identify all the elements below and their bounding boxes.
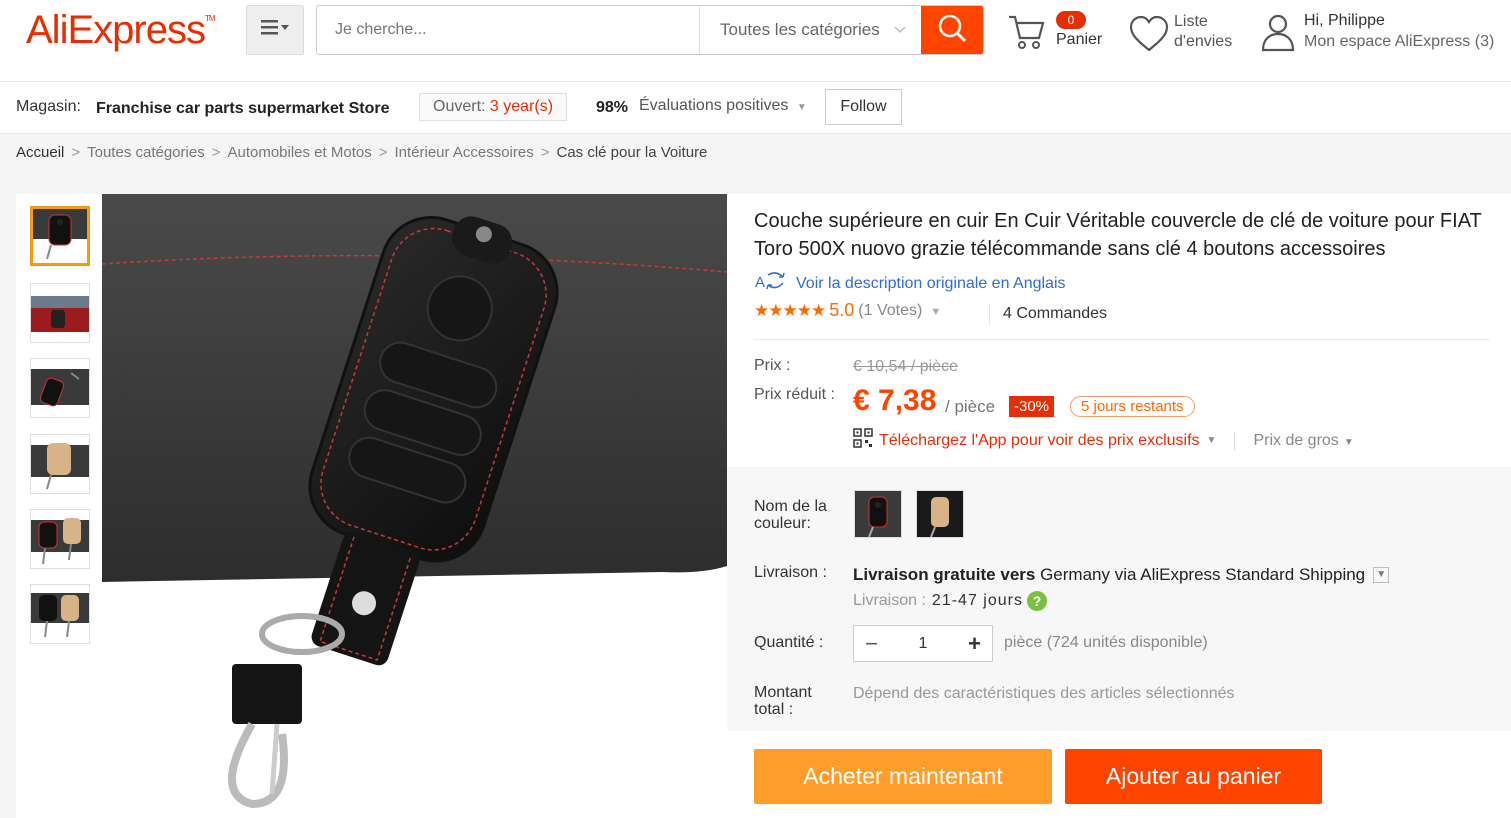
quantity-availability: pièce (724 unités disponible) (1004, 634, 1208, 651)
caret-down-icon[interactable]: ▼ (1207, 435, 1217, 446)
svg-text:A: A (755, 274, 765, 291)
translate-icon: A (754, 271, 788, 296)
buy-now-button[interactable]: Acheter maintenant (754, 749, 1052, 804)
account-link[interactable]: Hi, Philippe Mon espace AliExpress (3) (1258, 8, 1508, 58)
caret-down-icon: ▼ (1343, 436, 1354, 448)
old-price: € 10,54 / pièce (853, 358, 958, 375)
total-value: Dépend des caractéristiques des articles… (853, 685, 1235, 702)
add-to-cart-button[interactable]: Ajouter au panier (1065, 749, 1322, 804)
orders-count: 4 Commandes (989, 304, 1107, 326)
product-area: Couche supérieure en cuir En Cuir Vérita… (0, 174, 1511, 818)
quantity-input[interactable]: 1 (889, 635, 957, 653)
quantity-stepper: − 1 + (853, 625, 993, 662)
star-icon: ★ (754, 300, 769, 320)
account-label: Hi, Philippe Mon espace AliExpress (3) (1304, 12, 1495, 50)
days-left-badge: 5 jours restants (1070, 396, 1195, 417)
store-label: Magasin: (16, 98, 81, 115)
category-select-value: Toutes les catégories (720, 20, 880, 39)
divider (754, 339, 1490, 340)
thumbnail-2[interactable] (30, 283, 90, 343)
total-label: Montant total : (754, 684, 812, 718)
category-select[interactable]: Toutes les catégories (699, 6, 921, 54)
wholesale-price-link[interactable]: Prix de gros ▼ (1253, 432, 1353, 450)
color-option-black[interactable] (854, 490, 902, 538)
star-icon: ★ (768, 300, 783, 320)
cart-count-badge: 0 (1056, 11, 1086, 29)
thumbnail-5[interactable] (30, 509, 90, 569)
color-option-beige[interactable] (916, 490, 964, 538)
shipping-method[interactable]: Livraison gratuite vers Germany via AliE… (853, 565, 1390, 585)
chevron-down-icon (894, 23, 906, 37)
category-menu-button[interactable] (246, 5, 304, 55)
top-header: AliExpressTM Toutes les catégories 0 Pan… (0, 0, 1511, 82)
cart-link[interactable]: 0 Panier (1006, 10, 1106, 60)
discount-badge: -30% (1009, 396, 1055, 417)
product-detail-panel: Couche supérieure en cuir En Cuir Vérita… (727, 194, 1511, 818)
cart-icon (1006, 12, 1046, 57)
star-icon: ★ (811, 300, 826, 320)
translate-link-label: Voir la description originale en Anglais (796, 274, 1066, 292)
thumbnail-3[interactable] (30, 358, 90, 418)
shipping-label: Livraison : (754, 564, 827, 581)
chevron-down-icon[interactable]: ▼ (1373, 567, 1390, 583)
cart-label: Panier (1056, 31, 1103, 48)
rating-score: 5.0 (829, 300, 855, 320)
menu-icon (260, 17, 290, 43)
star-rating: ★★★★★ (754, 300, 826, 321)
store-open-badge: Ouvert: 3 year(s) (419, 93, 568, 121)
app-promo-link[interactable]: Téléchargez l'App pour voir des prix exc… (879, 432, 1200, 450)
price-label: Prix : (754, 357, 791, 374)
chevron-down-icon: ▼ (796, 102, 807, 113)
chevron-down-icon: ▼ (930, 305, 942, 318)
delivery-estimate: Livraison : 21-47 jours ? (853, 591, 1047, 611)
search-icon (936, 12, 968, 49)
increase-button[interactable]: + (957, 631, 992, 657)
wishlist-label: Liste d'envies (1174, 13, 1233, 50)
star-icon: ★ (796, 300, 812, 320)
app-promo-row: Téléchargez l'App pour voir des prix exc… (853, 428, 1354, 453)
new-price: € 7,38 (853, 384, 937, 417)
star-icon: ★ (782, 300, 798, 320)
store-name-link[interactable]: Franchise car parts supermarket Store (96, 100, 389, 118)
quantity-label: Quantité : (754, 634, 824, 651)
breadcrumb-item[interactable]: Automobiles et Motos (227, 144, 371, 161)
aliexpress-logo[interactable]: AliExpressTM (26, 8, 215, 53)
search-input[interactable] (317, 6, 699, 54)
rating-block[interactable]: ★★★★★ 5.0 (1 Votes) ▼ (754, 300, 941, 321)
breadcrumb-item[interactable]: Toutes catégories (87, 144, 205, 161)
breadcrumb-item[interactable]: Accueil (16, 144, 64, 161)
store-bar: Magasin: Franchise car parts supermarket… (0, 82, 1511, 134)
positive-feedback-pct: 98% (596, 99, 629, 116)
question-icon[interactable]: ? (1026, 591, 1047, 611)
color-label: Nom de la couleur: (754, 498, 827, 532)
decrease-button[interactable]: − (854, 631, 889, 657)
qr-code-icon (853, 428, 873, 453)
product-title: Couche supérieure en cuir En Cuir Vérita… (754, 210, 1482, 260)
breadcrumb: Accueil > Toutes catégories > Automobiles et… (0, 134, 1511, 174)
heart-icon (1128, 14, 1170, 59)
thumbnail-1[interactable] (30, 206, 90, 266)
user-icon (1260, 12, 1296, 57)
positive-feedback-dropdown[interactable]: Évaluations positives ▼ (639, 97, 807, 115)
reduced-price-label: Prix réduit : (754, 386, 835, 403)
wishlist-link[interactable]: Liste d'envies (1128, 10, 1248, 60)
votes-count: (1 Votes) ▼ (858, 301, 942, 319)
translate-link[interactable]: A Voir la description originale en Angla… (754, 271, 1066, 296)
breadcrumb-current[interactable]: Cas clé pour la Voiture (556, 144, 707, 161)
follow-button[interactable]: Follow (825, 89, 902, 125)
thumbnail-6[interactable] (30, 584, 90, 644)
main-product-image[interactable] (102, 194, 727, 818)
search-button[interactable] (921, 6, 983, 54)
breadcrumb-item[interactable]: Intérieur Accessoires (394, 144, 533, 161)
divider (1234, 431, 1236, 450)
thumbnail-4[interactable] (30, 434, 90, 494)
price-unit: / pièce (945, 397, 996, 416)
search-bar: Toutes les catégories (316, 5, 984, 55)
thumbnail-list (16, 194, 102, 818)
